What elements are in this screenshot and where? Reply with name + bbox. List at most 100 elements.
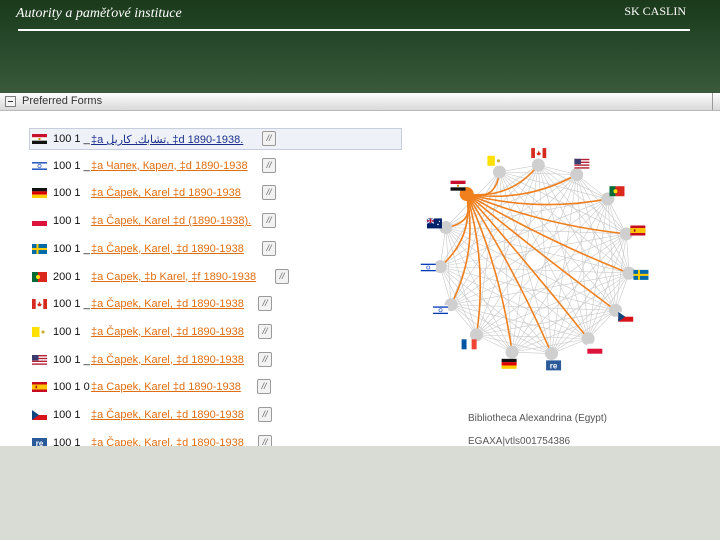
slide-header: Autority a paměťové instituce SK CASLIN	[0, 0, 720, 93]
selected-node-id: EGAXA|vtls001754386	[468, 436, 571, 446]
graph-edge	[576, 174, 627, 235]
flag-re-icon: re	[546, 360, 562, 371]
marc-tag: 100 1 _	[53, 298, 90, 311]
flag-australia-icon	[426, 217, 442, 229]
flag-israel-icon	[32, 160, 47, 171]
graph-edge	[607, 198, 616, 311]
flag-canada-icon	[531, 148, 547, 159]
svg-text:re: re	[550, 361, 558, 370]
graph-node[interactable]	[492, 165, 506, 179]
marc-tag: 100 1 _	[53, 242, 90, 255]
flag-france-icon	[461, 339, 477, 350]
flag-usa-icon	[574, 158, 590, 169]
marc-tag: 100 1 _	[53, 353, 90, 366]
marc-tag: 100 1	[53, 325, 81, 338]
marc-tag: 100 1 _	[53, 133, 90, 145]
flag-egypt-icon	[32, 134, 47, 144]
heading-link[interactable]: ‡a Чапек, Карел, ‡d 1890-1938	[91, 160, 248, 172]
record-detail-icon[interactable]: //	[262, 131, 276, 146]
heading-link[interactable]: ‡a Čapek, Karel, ‡d 1890-1938	[91, 354, 244, 366]
record-detail-icon[interactable]: //	[258, 434, 272, 446]
slide-footer	[0, 446, 720, 540]
record-detail-icon[interactable]: //	[258, 407, 272, 422]
graph-node[interactable]	[531, 158, 545, 172]
flag-poland-icon	[587, 343, 603, 354]
flag-germany-icon	[32, 188, 47, 199]
graph-edge	[551, 198, 609, 354]
graph-edge	[476, 310, 616, 336]
flag-israel-icon	[433, 305, 449, 316]
heading-link[interactable]: ‡a تشابك, كاريل, ‡d 1890-1938.	[91, 133, 243, 146]
flag-canada-icon	[32, 299, 47, 310]
record-detail-icon[interactable]: //	[258, 296, 272, 312]
panel-title: Preferred Forms	[22, 95, 103, 107]
marc-tag: 100 1	[53, 215, 81, 228]
marc-tag: 100 1	[53, 409, 81, 421]
heading-link[interactable]: ‡a Čapek, Karel ‡d (1890-1938).	[91, 215, 251, 227]
screenshot-area: Preferred Forms 100 1 _ ‡a تشابك, كاريل, …	[0, 93, 720, 446]
heading-link[interactable]: ‡a Čapek, Karel, ‡d 1890-1938	[91, 243, 244, 255]
graph-edge	[440, 266, 552, 354]
panel-divider	[712, 93, 713, 110]
flag-vatican-icon	[487, 155, 503, 166]
heading-link[interactable]: ‡a Čapek, Karel, ‡d 1890-1938	[91, 326, 244, 338]
graph-node[interactable]	[544, 347, 558, 361]
record-detail-icon[interactable]: //	[275, 268, 289, 284]
graph-edge	[511, 198, 609, 353]
graph-edge	[476, 164, 539, 335]
graph-edge	[499, 171, 616, 311]
svg-text:re: re	[36, 439, 44, 446]
heading-link[interactable]: ‡a Čapek, Karel, ‡d 1890-1938	[91, 409, 244, 421]
header-rule	[18, 29, 690, 31]
heading-link[interactable]: ‡a Čapek, Karel, ‡d 1890-1938	[91, 437, 244, 446]
graph-edge	[476, 174, 577, 336]
flag-poland-icon	[32, 216, 47, 227]
selected-node-name: Bibliotheca Alexandrina (Egypt)	[468, 413, 607, 424]
marc-tag: 200 1	[53, 270, 81, 283]
graph-node[interactable]	[581, 332, 595, 346]
graph-node[interactable]	[570, 168, 584, 182]
slide-label: SK CASLIN	[624, 4, 686, 18]
flag-sweden-icon	[32, 243, 47, 254]
graph-node[interactable]	[505, 345, 519, 359]
preferred-forms-panel-header[interactable]: Preferred Forms	[0, 93, 720, 111]
record-detail-icon[interactable]: //	[258, 323, 272, 339]
flag-re-icon: re	[32, 437, 47, 446]
flag-portugal-icon	[609, 186, 625, 197]
highlighted-edge	[465, 193, 482, 335]
graph-edge	[439, 266, 477, 336]
flag-czech-icon	[618, 311, 634, 322]
flag-vatican-icon	[32, 326, 47, 337]
record-detail-icon[interactable]: //	[257, 379, 271, 395]
record-detail-icon[interactable]: //	[262, 240, 276, 256]
flag-spain-icon	[32, 382, 47, 393]
flag-portugal-icon	[32, 271, 47, 282]
network-graph: re	[420, 148, 649, 371]
flag-czech-icon	[32, 410, 47, 420]
graph-edge	[450, 171, 500, 305]
heading-link[interactable]: ‡a Capek, Karel ‡d 1890-1938	[91, 381, 241, 393]
heading-link[interactable]: ‡a Čapek, Karel ‡d 1890-1938	[91, 187, 241, 199]
graph-edge	[451, 304, 616, 311]
marc-tag: 100 1 _	[53, 159, 90, 172]
record-detail-icon[interactable]: //	[258, 351, 272, 367]
graph-edge	[499, 171, 577, 175]
graph-edge	[450, 304, 513, 353]
heading-link[interactable]: ‡a Capek, ‡b Karel, ‡f 1890-1938	[91, 271, 256, 283]
flag-sweden-icon	[633, 269, 649, 280]
marc-tag: 100 1 0	[53, 381, 90, 394]
flag-spain-icon	[630, 225, 646, 236]
record-detail-icon[interactable]: //	[262, 213, 276, 229]
flag-germany-icon	[501, 358, 517, 369]
marc-tag: 100 1 _	[53, 436, 90, 446]
heading-link[interactable]: ‡a Čapek, Karel, ‡d 1890-1938	[91, 298, 244, 310]
flag-egypt-icon	[450, 180, 466, 191]
graph-edge	[511, 174, 577, 353]
graph-edge	[538, 164, 589, 339]
slide-title: Autority a paměťové instituce	[16, 6, 182, 21]
record-row[interactable]: 100 1 _ ‡a تشابك, كاريل, ‡d 1890-1938. //	[29, 128, 402, 150]
record-detail-icon[interactable]: //	[262, 157, 276, 173]
collapse-icon[interactable]	[5, 96, 16, 107]
flag-usa-icon	[32, 354, 47, 365]
record-detail-icon[interactable]: //	[262, 185, 276, 201]
